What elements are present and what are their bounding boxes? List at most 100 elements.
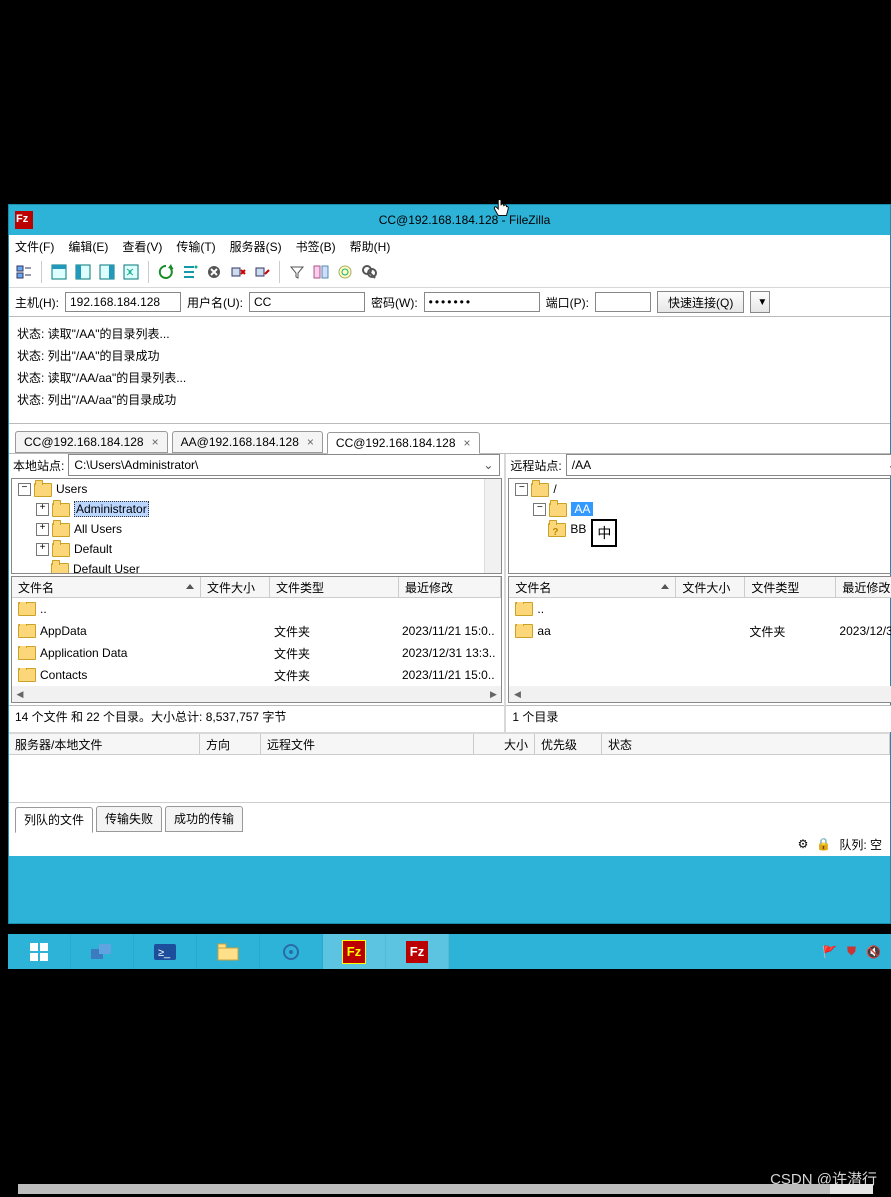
search-icon[interactable] <box>358 261 380 283</box>
tree-node[interactable]: +All Users <box>12 519 501 539</box>
host-input[interactable] <box>65 292 181 312</box>
expand-icon[interactable]: + <box>36 503 49 516</box>
file-row[interactable]: .. <box>12 598 501 620</box>
expand-icon[interactable]: − <box>18 483 31 496</box>
col-status[interactable]: 状态 <box>602 734 890 754</box>
queue-tab[interactable]: 传输失败 <box>96 806 162 832</box>
tree-node[interactable]: −Users <box>12 479 501 499</box>
local-site-path[interactable]: C:\Users\Administrator\ <box>71 458 201 472</box>
refresh-icon[interactable] <box>155 261 177 283</box>
menu-view[interactable]: 查看(V) <box>122 238 162 255</box>
tree-node[interactable]: Default User <box>12 559 501 574</box>
tray-flag-icon[interactable]: 🚩 <box>822 945 837 959</box>
server-tab[interactable]: CC@192.168.184.128× <box>15 431 168 453</box>
task-explorer[interactable] <box>197 934 260 969</box>
port-input[interactable] <box>595 292 651 312</box>
col-size[interactable]: 大小 <box>474 734 535 754</box>
reconnect-icon[interactable] <box>251 261 273 283</box>
task-filezilla-server[interactable]: Fz <box>323 934 386 969</box>
queue-header[interactable]: 服务器/本地文件 方向 远程文件 大小 优先级 状态 <box>9 734 890 755</box>
task-powershell[interactable]: ≥_ <box>134 934 197 969</box>
menu-transfer[interactable]: 传输(T) <box>176 238 215 255</box>
toggle-local-tree-icon[interactable] <box>72 261 94 283</box>
taskbar[interactable]: ≥_ Fz Fz 🚩 ⛊ 🔇 <box>8 934 891 969</box>
tree-node[interactable]: +Administrator <box>12 499 501 519</box>
col-type[interactable]: 文件类型 <box>270 577 399 597</box>
col-dir[interactable]: 方向 <box>200 734 261 754</box>
menu-bookmarks[interactable]: 书签(B) <box>296 238 336 255</box>
remote-file-list[interactable]: ..aa文件夹2023/12/31 <box>509 598 891 686</box>
disconnect-icon[interactable] <box>227 261 249 283</box>
file-row[interactable]: Application Data文件夹2023/12/31 13:3.. <box>12 642 501 664</box>
file-row[interactable]: .. <box>509 598 891 620</box>
system-tray[interactable]: 🚩 ⛊ 🔇 <box>812 934 891 969</box>
chevron-down-icon[interactable]: ⌄ <box>883 458 891 472</box>
local-file-list[interactable]: ..AppData文件夹2023/11/21 15:0..Application… <box>12 598 501 686</box>
site-manager-icon[interactable] <box>13 261 35 283</box>
queue-tab[interactable]: 列队的文件 <box>15 807 93 833</box>
col-name[interactable]: 文件名 <box>12 577 201 597</box>
col-type[interactable]: 文件类型 <box>745 577 836 597</box>
message-log[interactable]: 状态: 读取"/AA"的目录列表...状态: 列出"/AA"的目录成功状态: 读… <box>9 317 890 424</box>
close-icon[interactable]: × <box>464 436 471 450</box>
remote-file-header[interactable]: 文件名 文件大小 文件类型 最近修改 <box>509 577 891 598</box>
server-tab[interactable]: AA@192.168.184.128× <box>172 431 323 453</box>
process-queue-icon[interactable] <box>179 261 201 283</box>
expand-icon[interactable]: + <box>36 523 49 536</box>
file-row[interactable]: Contacts文件夹2023/11/21 15:0.. <box>12 664 501 686</box>
col-remote[interactable]: 远程文件 <box>261 734 474 754</box>
local-tree[interactable]: −Users+Administrator+All Users+DefaultDe… <box>11 478 502 574</box>
server-tab[interactable]: CC@192.168.184.128× <box>327 432 480 454</box>
file-row[interactable]: aa文件夹2023/12/31 <box>509 620 891 642</box>
close-icon[interactable]: × <box>307 435 314 449</box>
tree-node[interactable]: +Default <box>12 539 501 559</box>
scrollbar-horizontal[interactable]: ◀▶ <box>509 686 891 702</box>
start-button[interactable] <box>8 934 71 969</box>
sync-browse-icon[interactable] <box>334 261 356 283</box>
quickconnect-dropdown[interactable]: ▼ <box>750 291 770 313</box>
gear-icon[interactable]: ⚙ <box>798 837 809 851</box>
tray-shield-icon[interactable]: ⛊ <box>847 944 856 959</box>
remote-site-path[interactable]: /AA <box>569 458 594 472</box>
col-mtime[interactable]: 最近修改 <box>399 577 501 597</box>
scrollbar-vertical[interactable] <box>484 479 501 573</box>
col-size[interactable]: 文件大小 <box>201 577 270 597</box>
col-mtime[interactable]: 最近修改 <box>836 577 891 597</box>
col-size[interactable]: 文件大小 <box>676 577 745 597</box>
pass-input[interactable] <box>424 292 540 312</box>
menu-server[interactable]: 服务器(S) <box>230 238 282 255</box>
local-file-header[interactable]: 文件名 文件大小 文件类型 最近修改 <box>12 577 501 598</box>
queue-tab[interactable]: 成功的传输 <box>165 806 243 832</box>
lock-icon[interactable]: 🔒 <box>816 837 831 851</box>
col-pri[interactable]: 优先级 <box>535 734 602 754</box>
tree-node[interactable]: BB <box>509 519 891 539</box>
task-filezilla-client[interactable]: Fz <box>386 934 449 969</box>
task-settings[interactable] <box>260 934 323 969</box>
expand-icon[interactable]: − <box>533 503 546 516</box>
scrollbar-horizontal[interactable]: ◀▶ <box>12 686 501 702</box>
filter-icon[interactable] <box>286 261 308 283</box>
compare-icon[interactable] <box>310 261 332 283</box>
toggle-remote-tree-icon[interactable] <box>96 261 118 283</box>
expand-icon[interactable]: + <box>36 543 49 556</box>
remote-tree[interactable]: −/−AABB中 <box>508 478 891 574</box>
toggle-queue-icon[interactable] <box>120 261 142 283</box>
title-bar[interactable]: CC@192.168.184.128 - FileZilla <box>9 205 890 235</box>
menu-file[interactable]: 文件(F) <box>15 238 54 255</box>
chevron-down-icon[interactable]: ⌄ <box>479 458 497 472</box>
col-server[interactable]: 服务器/本地文件 <box>9 734 200 754</box>
file-row[interactable]: AppData文件夹2023/11/21 15:0.. <box>12 620 501 642</box>
col-name[interactable]: 文件名 <box>509 577 676 597</box>
tree-node[interactable]: −AA <box>509 499 891 519</box>
task-server-manager[interactable] <box>71 934 134 969</box>
cancel-icon[interactable] <box>203 261 225 283</box>
page-scrollbar[interactable] <box>18 1184 873 1194</box>
tray-sound-icon[interactable]: 🔇 <box>866 945 881 959</box>
quickconnect-button[interactable]: 快速连接(Q) <box>657 291 744 313</box>
close-icon[interactable]: × <box>152 435 159 449</box>
tree-node[interactable]: −/ <box>509 479 891 499</box>
expand-icon[interactable]: − <box>515 483 528 496</box>
menu-edit[interactable]: 编辑(E) <box>68 238 108 255</box>
user-input[interactable] <box>249 292 365 312</box>
toggle-log-icon[interactable] <box>48 261 70 283</box>
